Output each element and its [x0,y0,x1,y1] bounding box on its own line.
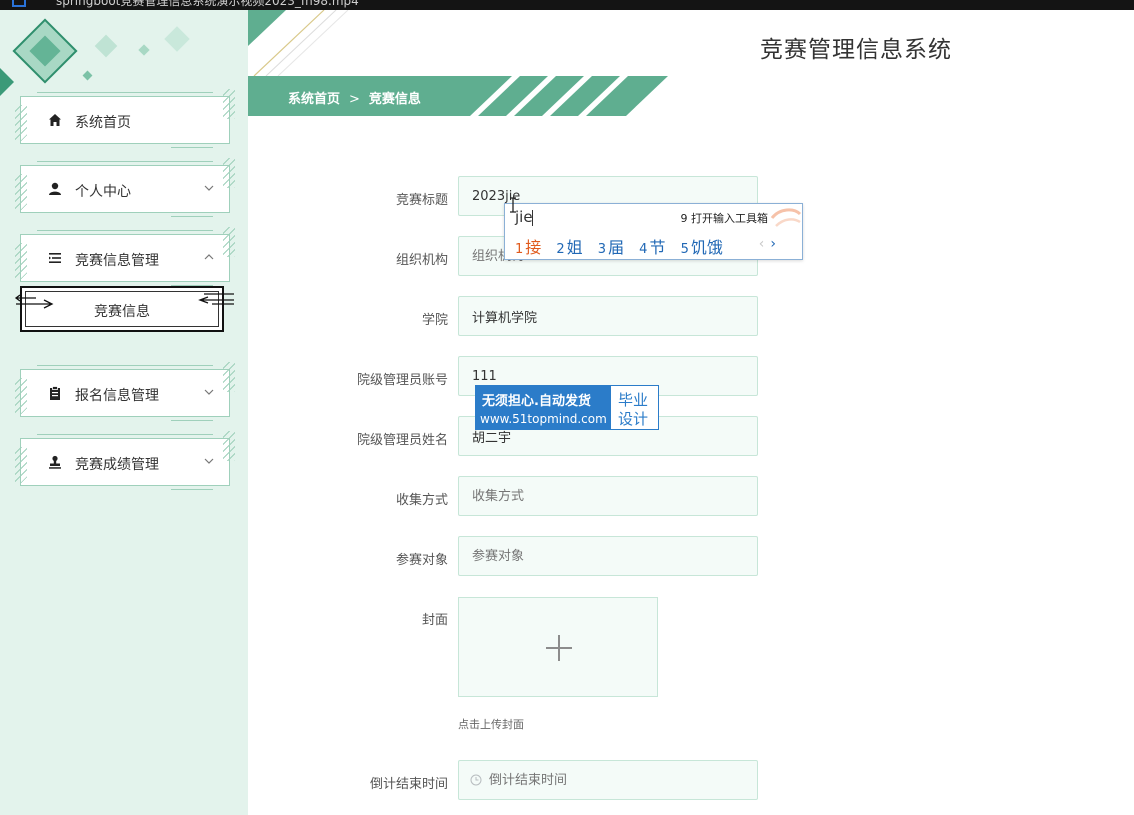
decor-hatch [15,378,27,414]
decor-diamond [82,70,93,81]
window-title-bar: springboot竞赛管理信息系统演示视频2023_fh98.mp4 [0,0,1134,10]
ime-candidate[interactable]: 3届 [598,234,624,258]
decor-triangle [0,68,14,96]
watermark-text: 无须担心.自动发货 [482,394,591,409]
admin-account-label: 院级管理员账号 [356,373,448,388]
ime-next-page-button[interactable]: › [770,236,776,252]
watermark-url: www.51topmind.com [480,412,607,426]
ime-candidate[interactable]: 1接 [515,234,541,258]
sidebar-item-profile[interactable]: 个人中心 [15,158,235,217]
sidebar-item-label: 竞赛信息管理 [75,253,159,269]
decor-hatch [15,243,27,279]
ime-composition: jie [515,208,533,226]
title-label: 竞赛标题 [395,193,448,208]
clipboard-icon [50,386,60,400]
watermark-text: 毕业 [618,391,649,409]
ime-caret [532,210,533,226]
cover-upload-hint: 点击上传封面 [458,718,524,731]
clock-icon [470,774,482,786]
watermark-banner: 无须担心.自动发货 www.51topmind.com 毕业 设计 [475,385,659,430]
sidebar-item-label: 竞赛成绩管理 [75,457,159,473]
sidebar-item-label: 个人中心 [75,184,131,200]
sidebar-item-home[interactable]: 系统首页 [15,89,235,148]
chevron-up-icon [204,254,214,260]
ime-candidate[interactable]: 2姐 [556,234,582,258]
decor-hatch [223,362,235,392]
watermark-text: 设计 [618,410,649,428]
resize-arrow-icon [14,294,54,309]
ime-candidate[interactable]: 4节 [639,234,665,258]
decor-diamond [94,34,118,58]
chevron-down-icon [204,458,214,464]
sidebar-item-competition-management[interactable]: 竞赛信息管理 [15,227,235,286]
home-icon [49,114,61,126]
admin-name-label: 院级管理员姓名 [356,433,448,448]
decor-hatch [223,431,235,461]
decor-hatch [223,227,235,257]
resize-arrow-icon [198,293,234,305]
decor-diamond [164,26,190,52]
ime-candidate-window: jie 9 打开输入工具箱 1接 2姐 3届 4节 5 饥饿 ‹ › [504,203,803,260]
college-input[interactable] [458,296,758,336]
breadcrumb-current: 竞赛信息 [368,92,421,107]
ime-pager: ‹ › [759,236,776,252]
countdown-input[interactable] [458,760,758,800]
decor-hatch [15,447,27,483]
collect-input[interactable] [458,476,758,516]
target-label: 参赛对象 [395,553,448,568]
decor-hatch [223,158,235,188]
stamp-icon [49,455,61,469]
sidebar-item-label: 报名信息管理 [75,388,159,404]
collect-label: 收集方式 [395,493,448,508]
user-icon [49,182,61,195]
ime-candidate[interactable]: 5 饥饿 [681,234,723,258]
target-input[interactable] [458,536,758,576]
list-icon [49,253,61,263]
college-label: 学院 [421,313,448,328]
decor-hatch [223,89,235,119]
sidebar-item-registration-management[interactable]: 报名信息管理 [15,362,235,421]
chevron-down-icon [204,389,214,395]
ime-prev-page-button[interactable]: ‹ [759,236,765,252]
text-cursor-icon [510,197,516,213]
ime-candidates: 1接 2姐 3届 4节 5 饥饿 [515,234,733,258]
breadcrumb-separator: > [349,92,360,107]
app-title: 竞赛管理信息系统 [760,37,952,63]
cover-upload-button[interactable] [458,597,658,697]
sidebar-item-label: 系统首页 [75,115,131,131]
countdown-label: 倒计结束时间 [369,777,448,792]
app-icon [12,0,26,7]
ime-toolbox-link[interactable]: 9 打开输入工具箱 [681,210,769,226]
decor-diamond [138,44,150,56]
cover-label: 封面 [421,613,448,628]
decor-hatch [15,105,27,141]
sidebar-item-score-management[interactable]: 竞赛成绩管理 [15,431,235,490]
decor-hatch [15,174,27,210]
window-title: springboot竞赛管理信息系统演示视频2023_fh98.mp4 [56,0,359,8]
breadcrumb-home[interactable]: 系统首页 [288,92,340,107]
ime-logo-icon [770,208,802,227]
org-label: 组织机构 [395,253,448,268]
breadcrumb: 系统首页 > 竞赛信息 [288,88,421,107]
header-decoration [248,10,349,76]
chevron-down-icon [204,185,214,191]
plus-icon [558,635,560,661]
